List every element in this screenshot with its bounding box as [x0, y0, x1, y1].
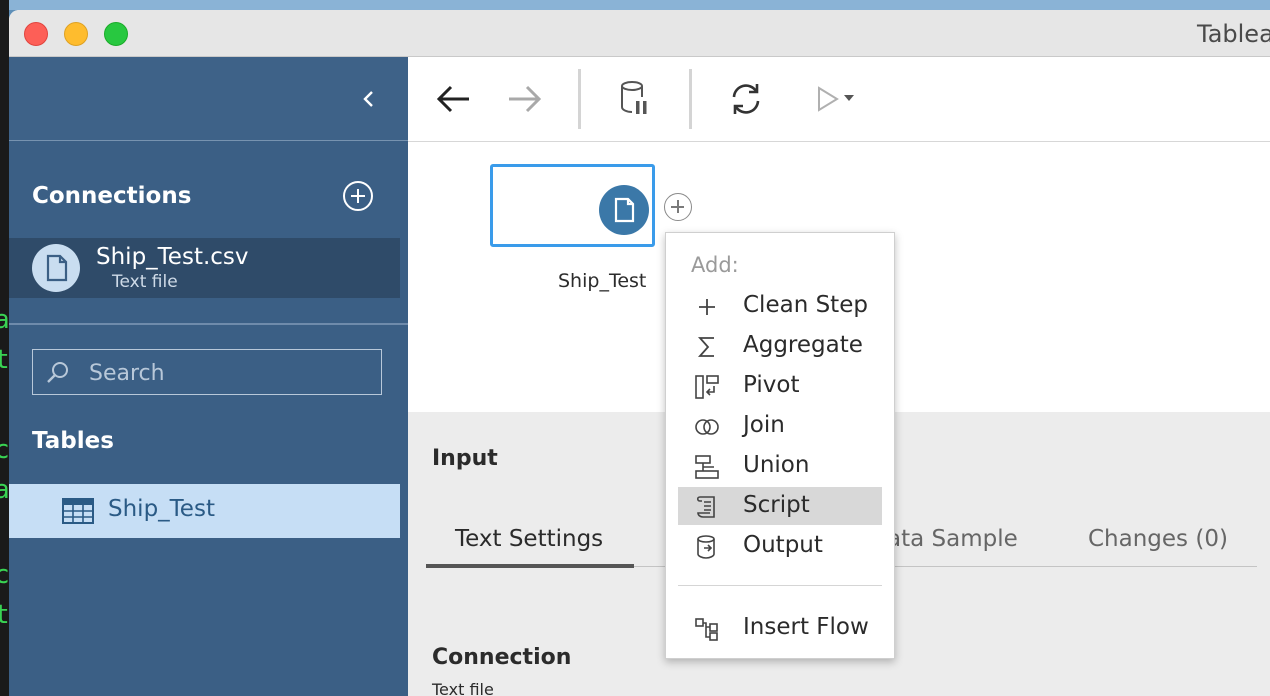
- input-node[interactable]: [490, 164, 655, 247]
- join-icon: [695, 419, 719, 435]
- union-icon: [695, 455, 719, 479]
- file-icon: [32, 244, 80, 292]
- table-icon: [62, 498, 94, 524]
- forward-arrow-icon[interactable]: [507, 84, 543, 114]
- pivot-icon: [695, 375, 719, 399]
- tab-changes[interactable]: Changes (0): [1088, 526, 1228, 552]
- title-bar: Tablea: [9, 10, 1270, 57]
- menu-item-union[interactable]: Union: [678, 447, 882, 485]
- script-icon: [696, 496, 715, 518]
- app-window: Tablea Connections Ship_Test.csv Text fi…: [9, 10, 1270, 696]
- chevron-down-icon[interactable]: [843, 93, 855, 103]
- window-title: Tablea: [1197, 20, 1270, 48]
- collapse-sidebar-button[interactable]: [357, 85, 381, 113]
- run-flow-icon[interactable]: [816, 85, 840, 113]
- desktop-background: [0, 0, 1270, 10]
- menu-item-label: Union: [743, 452, 810, 478]
- tab-text-settings[interactable]: Text Settings: [455, 526, 603, 552]
- connection-type: Text file: [112, 272, 178, 292]
- node-label: Ship_Test: [558, 270, 647, 292]
- sidebar-divider: [9, 323, 408, 325]
- refresh-icon[interactable]: [728, 81, 764, 117]
- menu-item-pivot[interactable]: Pivot: [678, 367, 882, 405]
- toolbar: [408, 57, 1270, 142]
- menu-header: Add:: [691, 253, 739, 277]
- menu-item-output[interactable]: Output: [678, 527, 882, 565]
- chevron-left-icon: [363, 91, 373, 107]
- search-input[interactable]: [87, 358, 371, 388]
- plus-icon: [699, 299, 715, 315]
- add-step-menu: Add: Clean Step Aggregate Pivot Join Uni…: [665, 232, 895, 659]
- connections-heading: Connections: [32, 183, 192, 209]
- sigma-icon: [697, 337, 714, 357]
- tables-heading: Tables: [32, 428, 114, 454]
- add-connection-button[interactable]: [343, 181, 373, 211]
- active-tab-indicator: [426, 564, 634, 568]
- menu-item-label: Join: [743, 412, 785, 438]
- output-icon: [697, 535, 715, 559]
- file-icon: [599, 185, 649, 235]
- pane-title: Input: [432, 446, 498, 471]
- sidebar: Connections Ship_Test.csv Text file Tabl…: [9, 57, 408, 696]
- insert-flow-icon: [695, 618, 718, 641]
- menu-item-join[interactable]: Join: [678, 407, 882, 445]
- connection-section-title: Connection: [432, 645, 572, 670]
- menu-item-label: Aggregate: [743, 332, 863, 358]
- menu-item-insert-flow[interactable]: Insert Flow: [678, 609, 882, 647]
- minimize-window-button[interactable]: [64, 22, 88, 46]
- table-name: Ship_Test: [108, 496, 215, 522]
- add-step-button[interactable]: [664, 193, 692, 221]
- menu-item-aggregate[interactable]: Aggregate: [678, 327, 882, 365]
- tab-data-sample[interactable]: ata Sample: [887, 526, 1018, 552]
- toolbar-separator: [578, 69, 581, 129]
- maximize-window-button[interactable]: [104, 22, 128, 46]
- toolbar-separator: [689, 69, 692, 129]
- connection-name: Ship_Test.csv: [96, 244, 249, 270]
- menu-item-label: Clean Step: [743, 292, 868, 318]
- menu-divider: [678, 585, 882, 586]
- close-window-button[interactable]: [24, 22, 48, 46]
- table-item[interactable]: Ship_Test: [9, 484, 400, 538]
- menu-item-label: Output: [743, 532, 823, 558]
- menu-item-label: Script: [743, 492, 810, 518]
- search-box: [32, 349, 382, 395]
- back-arrow-icon[interactable]: [435, 84, 471, 114]
- pause-data-updates-icon[interactable]: [620, 79, 650, 117]
- menu-item-label: Pivot: [743, 372, 800, 398]
- menu-item-label: Insert Flow: [743, 614, 869, 640]
- menu-item-clean-step[interactable]: Clean Step: [678, 287, 882, 325]
- sidebar-header: [9, 57, 408, 141]
- connection-item[interactable]: Ship_Test.csv Text file: [9, 238, 400, 298]
- connection-section-value: Text file: [432, 680, 494, 696]
- terminal-window-edge: a t c a c t: [0, 0, 10, 696]
- search-icon: [47, 362, 68, 383]
- menu-item-script[interactable]: Script: [678, 487, 882, 525]
